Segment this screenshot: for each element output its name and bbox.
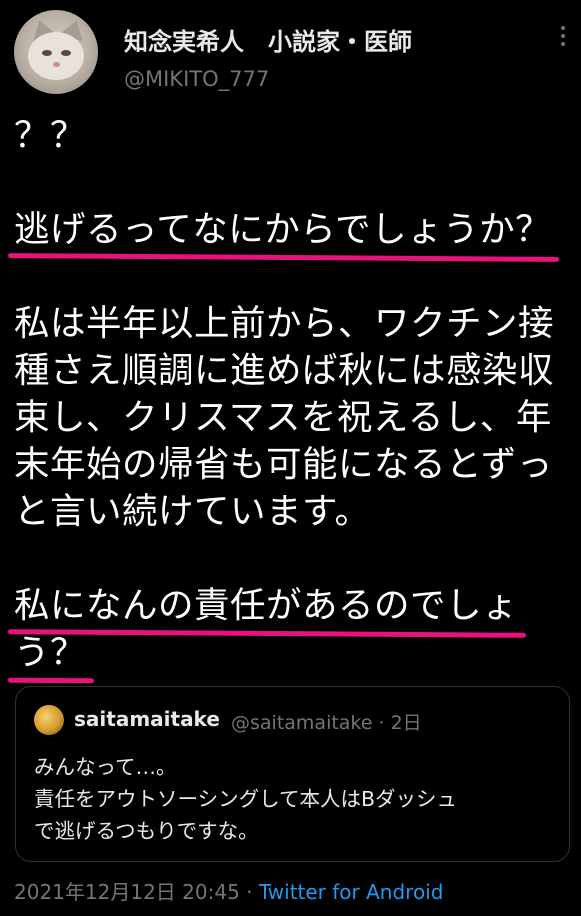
tweet-line: 末年始の帰省も可能になるとずっ — [14, 444, 553, 485]
author-avatar[interactable] — [14, 10, 98, 94]
underlined-line: う？ — [14, 629, 86, 676]
tweet-source[interactable]: Twitter for Android — [259, 880, 444, 904]
underlined-line: 逃げるってなにからでしょうか？ — [14, 206, 551, 253]
footer-separator: · — [239, 880, 259, 904]
quoted-line: で逃げるつもりですな。 — [34, 819, 259, 843]
author-name[interactable]: 知念実希人 小説家・医師 — [124, 22, 412, 57]
tweet-header: 知念実希人 小説家・医師 @MIKITO_777 — [14, 10, 567, 100]
quoted-line: 責任をアウトソーシングして本人はBダッシュ — [34, 787, 458, 811]
quoted-text: みんなって…。 責任をアウトソーシングして本人はBダッシュ で逃げるつもりですな… — [34, 751, 554, 847]
tweet-line: 私は半年以上前から、ワクチン接 — [14, 303, 555, 344]
underlined-line: 私になんの責任があるのでしょ — [14, 582, 518, 629]
more-options-icon[interactable] — [559, 26, 567, 52]
author-handle[interactable]: @MIKITO_777 — [124, 67, 269, 91]
tweet-timestamp[interactable]: 2021年12月12日 20:45 — [14, 880, 240, 904]
tweet-line: と言い続けています。 — [14, 491, 371, 532]
tweet-footer: 2021年12月12日 20:45 · Twitter for Android — [14, 876, 443, 905]
tweet-line: ？？ — [14, 115, 87, 156]
tweet-line: 束し、クリスマスを祝えるし、年 — [14, 397, 552, 438]
quoted-tweet[interactable]: saitamaitake @saitamaitake · 2日 みんなって…。 … — [15, 686, 570, 862]
quoted-author-name: saitamaitake — [74, 707, 220, 731]
quoted-time: · 2日 — [378, 712, 422, 734]
quoted-author-meta: @saitamaitake · 2日 — [231, 708, 422, 735]
quoted-author-handle: @saitamaitake — [231, 712, 373, 734]
tweet-line: 種さえ順調に進めば秋には感染収 — [14, 350, 555, 391]
quoted-line: みんなって…。 — [34, 755, 177, 779]
tweet-text: ？？ 逃げるってなにからでしょうか？ 私は半年以上前から、ワクチン接 種さえ順調… — [14, 112, 574, 676]
quoted-author-avatar — [34, 705, 64, 735]
